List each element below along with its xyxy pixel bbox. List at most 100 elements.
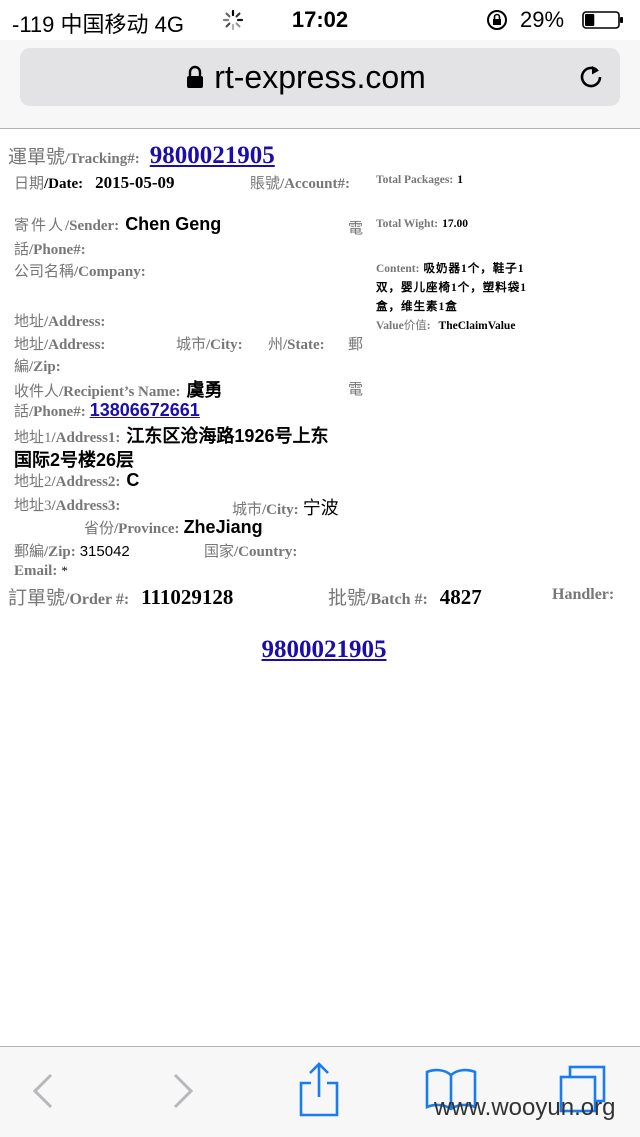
sender-company-label-zh: 公司名稱	[14, 264, 75, 280]
recipient-row: 收件人/Recipient’s Name: 虞勇	[14, 376, 223, 402]
barcode-row: 9800021905	[0, 636, 640, 664]
declared-value: TheClaimValue	[438, 320, 516, 332]
sender-zip-label-part1: 郵	[348, 337, 364, 353]
sender-state-row: 州/State:	[268, 333, 325, 354]
sender-phone-label-en: /Phone#:	[29, 242, 86, 258]
recipient-address1-line2: 国际2号楼26层	[14, 450, 135, 470]
recipient-address2-label-zh: 地址2	[14, 474, 52, 490]
order-label-en: /Order #	[65, 591, 124, 608]
batch-label-zh: 批號	[328, 588, 367, 609]
order-label-zh: 訂單號	[8, 588, 66, 609]
recipient-address1-continued: 国际2号楼26层	[14, 446, 134, 472]
total-weight-colon: :	[434, 218, 439, 230]
recipient-city-label-en: /City:	[262, 502, 299, 518]
sender-address2-row: 地址/Address:	[14, 333, 105, 354]
content-line-1: 吸奶器1个，鞋子1	[423, 263, 525, 275]
sender-phone-row: 話/Phone#:	[14, 238, 86, 259]
recipient-address3-label-en: /Address3:	[51, 498, 121, 514]
batch-row: 批號/Batch #: 4827	[328, 583, 482, 610]
recipient-zip-label-zh: 郵編	[14, 544, 45, 560]
recipient-city-label-zh: 城市	[232, 502, 263, 518]
sender-phone-label-part1: 電	[348, 221, 364, 237]
browser-toolbar	[0, 1046, 640, 1137]
content-line-3: 盒，维生素1盒	[376, 301, 458, 313]
share-icon[interactable]	[298, 1061, 340, 1117]
total-packages-row: Total Packages: 1	[376, 170, 463, 188]
recipient-zip-label-en: /Zip:	[44, 544, 76, 560]
recipient-city-value: 宁波	[302, 498, 339, 518]
date-value: 2015-05-09	[95, 173, 175, 192]
sender-address-row: 地址/Address:	[14, 310, 105, 331]
recipient-address2-label-en: /Address2:	[51, 474, 121, 490]
recipient-phone-link[interactable]: 13806672661	[90, 400, 200, 420]
total-weight-value: 17.00	[442, 218, 468, 230]
content-label: Content:	[376, 263, 420, 275]
url-text[interactable]: rt-express.com	[20, 59, 620, 96]
recipient-address1-line1: 江东区沧海路1926号上东	[126, 426, 329, 446]
value-colon: :	[426, 320, 431, 332]
batch-number: 4827	[439, 585, 482, 609]
sender-zip-row: 編/Zip:	[14, 355, 61, 376]
value-label-zh: 价值	[403, 320, 427, 332]
recipient-phone-label-part1: 電	[348, 382, 364, 398]
content-line-2: 双，婴儿座椅1个，塑料袋1	[376, 282, 527, 294]
handler-row: Handler:	[552, 586, 614, 604]
recipient-zip-row: 郵編/Zip: 315042	[14, 540, 130, 561]
recipient-province-value: ZheJiang	[183, 517, 263, 537]
watermark-text: www.wooyun.org	[434, 1094, 616, 1121]
sender-label-zh: 寄件人	[14, 218, 66, 234]
tracking-label-en: /Tracking#	[65, 151, 135, 167]
sender-row: 寄件人/Sender: Chen Geng	[14, 214, 221, 235]
tracking-number-link[interactable]: 9800021905	[150, 142, 275, 169]
sender-city-label-zh: 城市	[176, 337, 207, 353]
sender-address2-label-zh: 地址	[14, 337, 45, 353]
sender-company-label-en: /Company:	[74, 264, 146, 280]
tracking-label-zh: 運單號	[8, 147, 66, 168]
barcode-tracking-link[interactable]: 9800021905	[262, 636, 387, 663]
sender-state-label-en: /State:	[283, 337, 325, 353]
order-number: 111029128	[141, 585, 234, 609]
recipient-phone-label-part2: 話	[14, 404, 30, 420]
recipient-address3-row: 地址3/Address3:	[14, 494, 120, 515]
battery-icon	[582, 11, 623, 29]
orientation-lock-icon	[487, 10, 507, 30]
recipient-country-row: 国家/Country:	[204, 540, 297, 561]
waybill-page: 運單號/Tracking#: 9800021905 日期/Date: 2015-…	[0, 128, 640, 1046]
recipient-address2-row: 地址2/Address2: C	[14, 470, 139, 491]
reload-icon[interactable]	[576, 62, 606, 92]
recipient-address2-value: C	[126, 470, 140, 490]
account-label-en: /Account#:	[280, 176, 351, 192]
back-icon[interactable]	[30, 1069, 56, 1113]
sender-label-en: /Sender:	[65, 218, 120, 234]
date-label-en: /Date	[44, 176, 79, 192]
sender-state-label-zh: 州	[268, 337, 284, 353]
recipient-label-zh: 收件人	[14, 384, 60, 400]
total-packages-colon: :	[449, 174, 454, 186]
sender-address2-label-en: /Address:	[44, 337, 106, 353]
total-weight-label: Total Wight	[376, 218, 435, 230]
address-bar[interactable]: rt-express.com	[20, 48, 620, 106]
total-packages-label: Total Packages	[376, 174, 450, 186]
status-bar: -119 中国移动 4G 17:02 29%	[0, 0, 640, 40]
recipient-email-label: Email:	[14, 563, 58, 579]
order-row: 訂單號/Order #: 111029128	[8, 583, 233, 610]
recipient-province-label-en: /Province:	[114, 521, 180, 537]
forward-icon[interactable]	[170, 1069, 196, 1113]
battery-percentage: 29%	[520, 7, 565, 32]
date-row: 日期/Date: 2015-05-09	[14, 172, 175, 193]
recipient-email-value: *	[61, 563, 68, 578]
recipient-phone-label-en: /Phone#:	[29, 404, 86, 420]
recipient-address3-label-zh: 地址3	[14, 498, 52, 514]
account-label-zh: 賬號	[250, 176, 281, 192]
value-label-en: Value	[376, 320, 404, 332]
content-block: Content: 吸奶器1个，鞋子1 双，婴儿座椅1个，塑料袋1 盒，维生素1盒…	[376, 259, 527, 335]
recipient-label-en: /Recipient’s Name:	[59, 384, 181, 400]
sender-name: Chen Geng	[125, 214, 222, 234]
total-weight-row: Total Wight: 17.00	[376, 214, 468, 232]
tracking-colon: :	[134, 151, 140, 167]
sender-zip-label-part2: 編	[14, 359, 30, 375]
tracking-row: 運單號/Tracking#: 9800021905	[8, 142, 275, 170]
handler-colon: :	[608, 586, 615, 603]
browser-address-area: rt-express.com	[0, 40, 640, 129]
account-row: 賬號/Account#:	[250, 172, 350, 193]
